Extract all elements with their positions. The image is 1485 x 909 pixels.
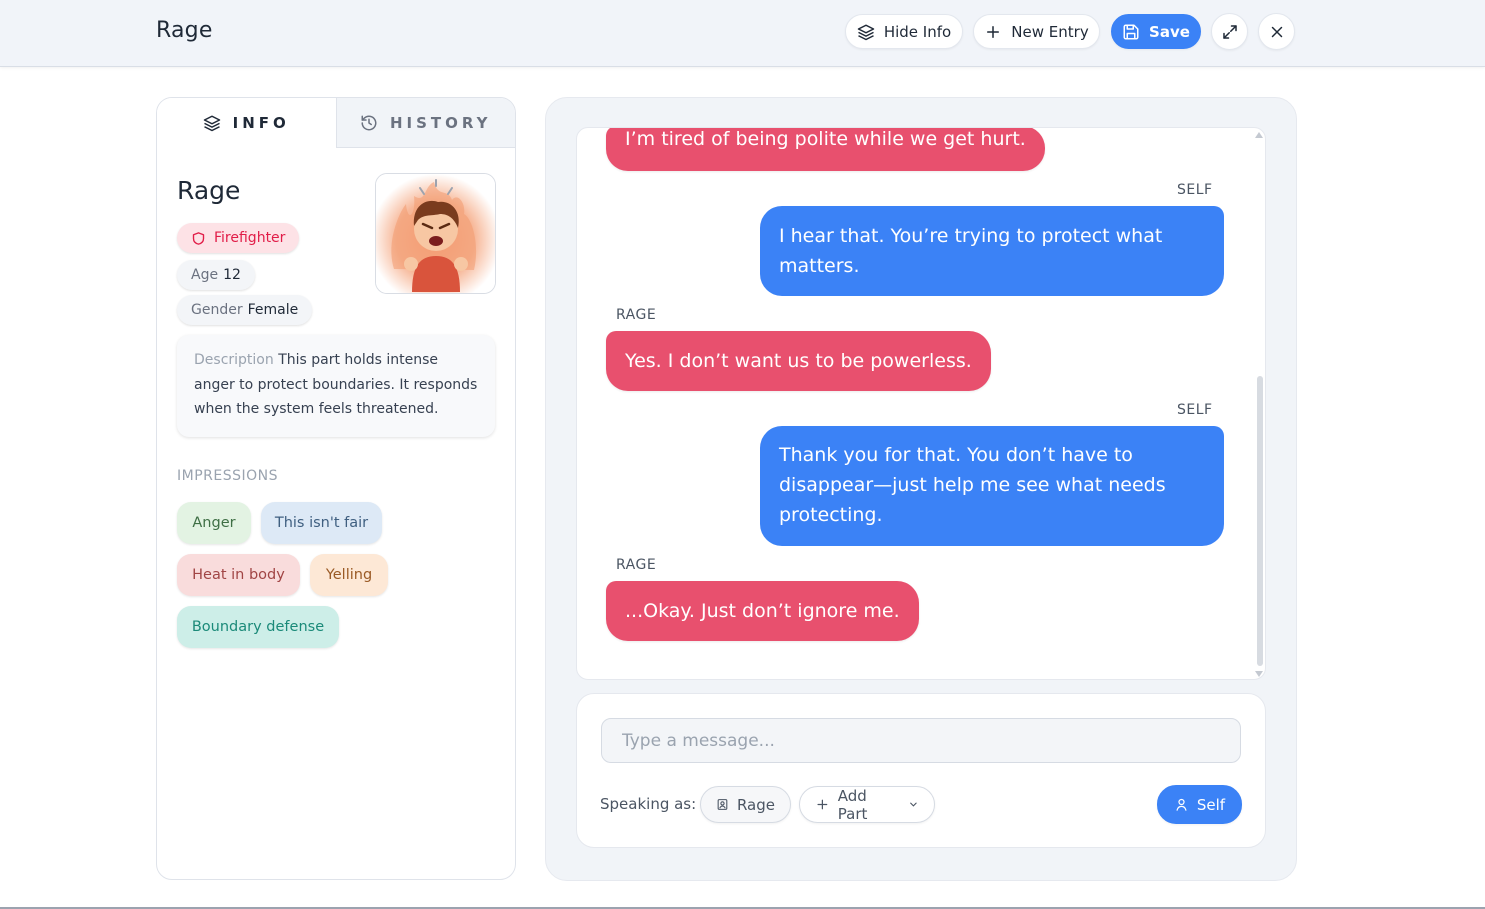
impression-tag[interactable]: This isn't fair bbox=[261, 502, 382, 544]
shield-icon bbox=[192, 231, 205, 245]
impression-label: Yelling bbox=[325, 567, 373, 583]
impressions-heading: IMPRESSIONS bbox=[177, 468, 279, 484]
scroll-up-arrow-icon[interactable] bbox=[1255, 132, 1263, 138]
send-as-self-button[interactable]: Self bbox=[1157, 785, 1242, 824]
expand-button[interactable] bbox=[1211, 13, 1248, 50]
hide-info-label: Hide Info bbox=[883, 22, 952, 41]
speaking-as-label: Speaking as: bbox=[600, 795, 697, 813]
save-icon bbox=[1123, 24, 1139, 39]
panel-tabs: INFO HISTORY bbox=[157, 98, 515, 148]
impression-label: Anger bbox=[192, 515, 236, 531]
hide-info-button[interactable]: Hide Info bbox=[845, 14, 963, 49]
message-input[interactable] bbox=[601, 718, 1241, 763]
scrollbar-thumb[interactable] bbox=[1257, 376, 1263, 666]
history-icon bbox=[361, 115, 377, 130]
portrait-icon bbox=[717, 799, 728, 810]
impression-tag[interactable]: Anger bbox=[177, 502, 251, 544]
age-value: 12 bbox=[223, 267, 241, 283]
impression-label: This isn't fair bbox=[274, 515, 369, 531]
save-button[interactable]: Save bbox=[1111, 14, 1201, 49]
speaker-label: RAGE bbox=[616, 307, 657, 323]
speak-as-rage-label: Rage bbox=[736, 795, 775, 814]
impression-tag[interactable]: Boundary defense bbox=[177, 606, 339, 648]
save-label: Save bbox=[1149, 22, 1190, 41]
angry-child-illustration bbox=[376, 174, 495, 293]
self-label: Self bbox=[1196, 795, 1226, 814]
age-label: Age bbox=[191, 267, 219, 283]
message-bubble-rage: Yes. I don’t want us to be powerless. bbox=[606, 331, 991, 391]
expand-icon bbox=[1222, 24, 1237, 39]
tab-history[interactable]: HISTORY bbox=[335, 98, 515, 148]
chevron-down-icon bbox=[910, 802, 917, 807]
layers-icon bbox=[857, 24, 875, 40]
message-bubble-rage: I’m tired of being polite while we get h… bbox=[606, 128, 1045, 171]
tab-info-label: INFO bbox=[232, 114, 290, 132]
page-title: Rage bbox=[156, 18, 213, 43]
role-label: Firefighter bbox=[214, 230, 286, 246]
layers-icon bbox=[203, 115, 220, 132]
description-label: Description bbox=[194, 352, 274, 368]
speaker-label: RAGE bbox=[616, 557, 657, 573]
plus-icon bbox=[987, 25, 1000, 38]
age-chip: Age 12 bbox=[177, 260, 255, 290]
message-list: I’m tired of being polite while we get h… bbox=[576, 127, 1266, 680]
gender-value: Female bbox=[247, 302, 299, 318]
impression-tag[interactable]: Yelling bbox=[310, 554, 388, 596]
tab-history-label: HISTORY bbox=[389, 113, 492, 132]
message-bubble-self: I hear that. You’re trying to protect wh… bbox=[760, 206, 1224, 296]
speaker-label: SELF bbox=[1177, 182, 1213, 198]
impression-tag[interactable]: Heat in body bbox=[177, 554, 300, 596]
gender-label: Gender bbox=[191, 302, 243, 318]
part-name: Rage bbox=[177, 176, 241, 205]
gender-chip: Gender Female bbox=[177, 295, 313, 325]
impression-label: Heat in body bbox=[192, 567, 285, 583]
scroll-down-arrow-icon[interactable] bbox=[1255, 671, 1263, 677]
close-icon bbox=[1271, 26, 1282, 37]
new-entry-button[interactable]: New Entry bbox=[973, 14, 1100, 49]
impression-label: Boundary defense bbox=[191, 619, 325, 635]
role-badge: Firefighter bbox=[177, 223, 300, 253]
plus-icon bbox=[817, 799, 828, 810]
info-panel: INFO HISTORY Rage Firefighter Age 12 Gen… bbox=[156, 97, 516, 880]
message-bubble-self: Thank you for that. You don’t have to di… bbox=[760, 426, 1224, 546]
new-entry-label: New Entry bbox=[1011, 22, 1089, 41]
description-box: Description This part holds intense ange… bbox=[177, 335, 495, 437]
speak-as-rage-button[interactable]: Rage bbox=[700, 786, 791, 823]
add-part-dropdown[interactable]: Add Part bbox=[799, 786, 935, 823]
tab-info[interactable]: INFO bbox=[157, 98, 336, 148]
part-avatar bbox=[375, 173, 496, 294]
message-bubble-rage: ...Okay. Just don’t ignore me. bbox=[606, 581, 919, 641]
add-part-label: Add Part bbox=[837, 786, 868, 823]
close-button[interactable] bbox=[1258, 13, 1295, 50]
composer bbox=[576, 693, 1266, 848]
speaker-label: SELF bbox=[1177, 402, 1213, 418]
user-icon bbox=[1176, 798, 1187, 811]
top-bar: Rage Hide Info New Entry Save bbox=[0, 0, 1485, 67]
